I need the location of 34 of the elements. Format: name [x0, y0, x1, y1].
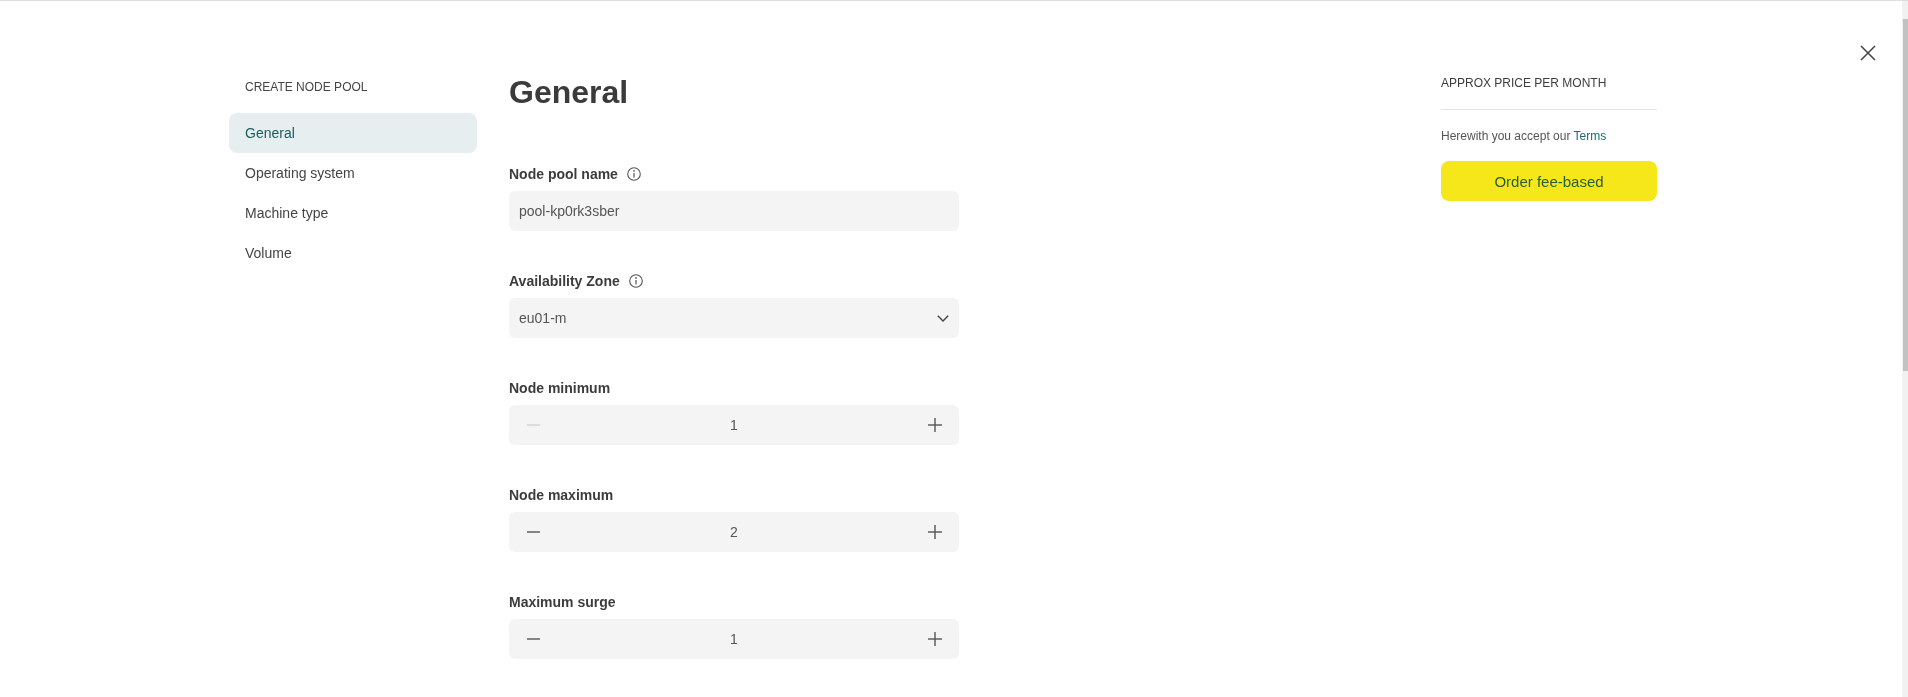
chevron-down-icon — [937, 314, 949, 322]
minus-icon — [526, 531, 540, 533]
field-label: Node minimum — [509, 379, 611, 398]
plus-icon — [928, 418, 942, 432]
stepper-value: 1 — [730, 631, 738, 647]
page-heading: General — [509, 73, 629, 112]
plus-icon — [928, 632, 942, 646]
minus-icon — [526, 638, 540, 640]
field-label: Maximum surge — [509, 593, 616, 612]
scrollbar-thumb[interactable] — [1903, 19, 1908, 371]
field-label: Availability Zone — [509, 272, 620, 291]
number-stepper[interactable]: 1 — [509, 405, 959, 445]
terms-link[interactable]: Terms — [1573, 129, 1607, 143]
info-icon[interactable] — [626, 167, 641, 181]
stepper-value: 2 — [730, 524, 738, 540]
sidebar-item[interactable]: Operating system — [229, 153, 477, 193]
order-button[interactable]: Order fee-based — [1441, 161, 1657, 201]
select-field[interactable]: eu01-m — [509, 298, 959, 338]
number-stepper[interactable]: 1 — [509, 619, 959, 659]
field-label: Node maximum — [509, 486, 614, 505]
sidebar-item[interactable]: Volume — [229, 233, 477, 273]
terms-text: Herewith you accept our Terms — [1441, 128, 1607, 144]
stepper-value: 1 — [730, 417, 738, 433]
info-icon[interactable] — [628, 274, 643, 288]
price-title: APPROX PRICE PER MONTH — [1441, 75, 1607, 91]
close-icon — [1860, 45, 1876, 61]
text-input[interactable]: pool-kp0rk3sber — [509, 191, 959, 231]
sidebar-item[interactable]: General — [229, 113, 477, 153]
number-stepper[interactable]: 2 — [509, 512, 959, 552]
field-label: Node pool name — [509, 165, 618, 184]
plus-icon — [928, 525, 942, 539]
close-button[interactable] — [1860, 45, 1876, 61]
sidebar-item[interactable]: Machine type — [229, 193, 477, 233]
sidebar-title: CREATE NODE POOL — [244, 79, 368, 95]
